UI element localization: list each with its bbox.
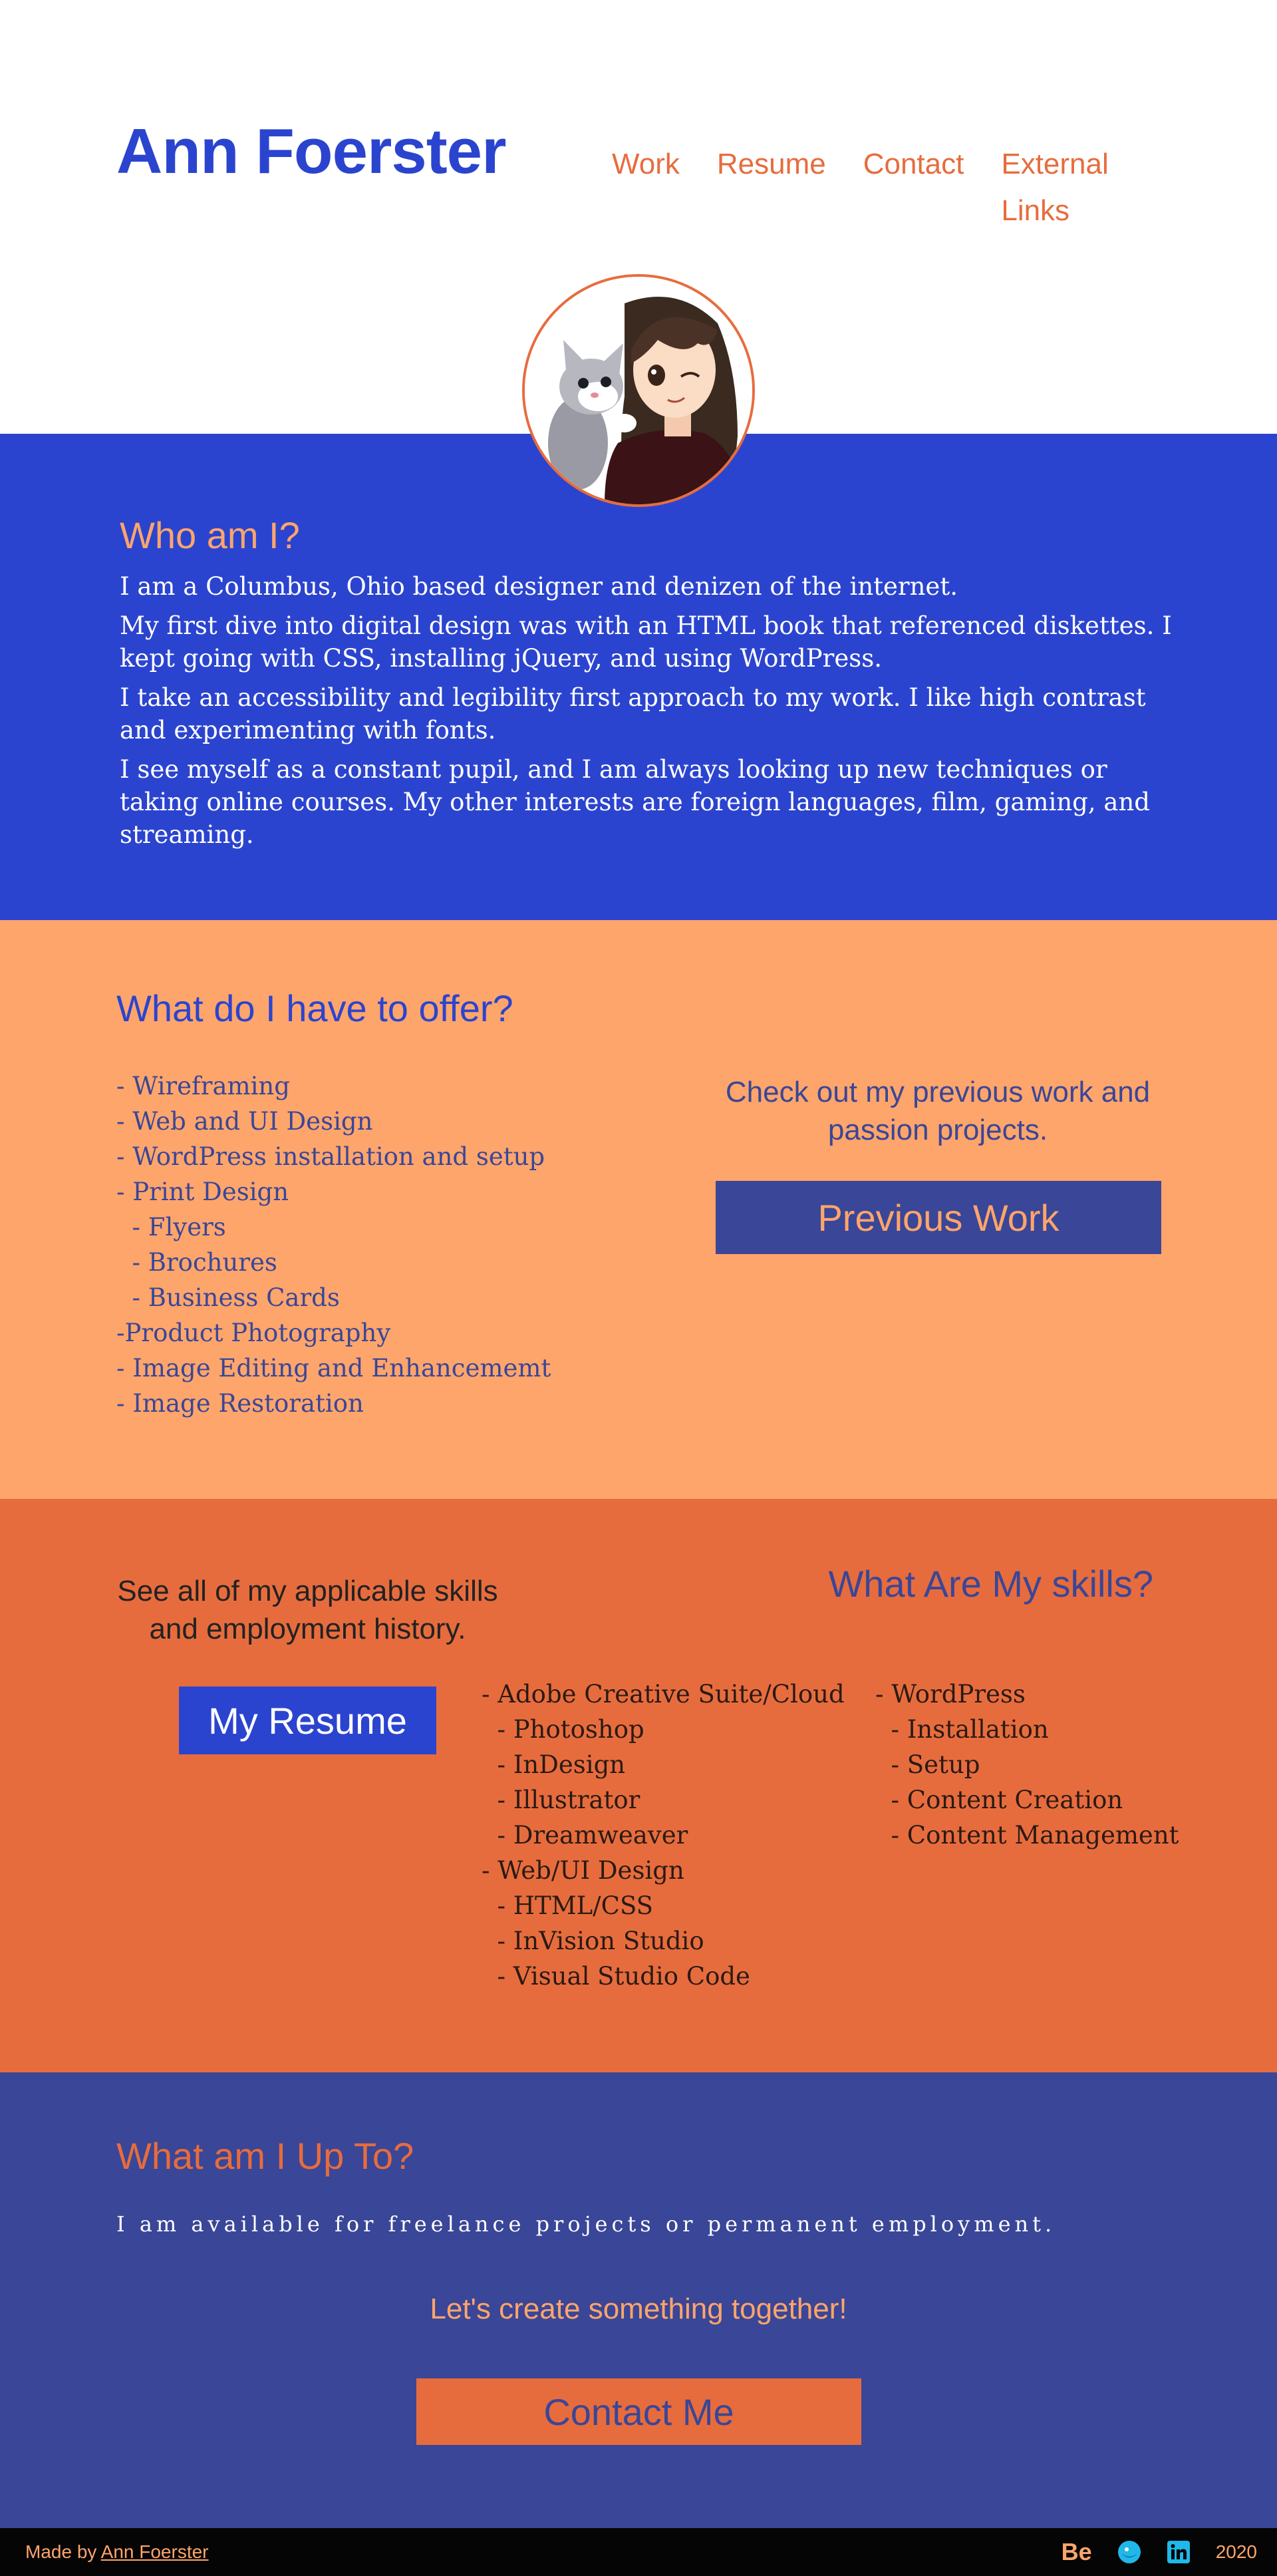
linkedin-icon[interactable] [1167, 2540, 1191, 2564]
list-item: - InDesign [482, 1750, 626, 1779]
main-nav: Work Resume Contact External Links [612, 141, 1161, 227]
offer-list: - Wireframing - Web and UI Design - Word… [116, 1068, 551, 1421]
previous-work-button[interactable]: Previous Work [716, 1181, 1161, 1254]
list-item: - Web/UI Design [482, 1856, 684, 1885]
list-item: - HTML/CSS [482, 1891, 654, 1920]
list-item: - Wireframing [116, 1072, 290, 1100]
footer-links: Be 2020 [1062, 2533, 1257, 2571]
my-resume-button[interactable]: My Resume [179, 1687, 436, 1754]
previous-work-cta-text: Check out my previous work and passion p… [725, 1076, 1151, 1146]
skills-heading: What Are My skills? [828, 1563, 1153, 1605]
list-item: - Content Management [875, 1821, 1179, 1850]
nav-work[interactable]: Work [612, 141, 680, 188]
list-item: - Content Creation [875, 1786, 1123, 1814]
footer-author-link[interactable]: Ann Foerster [101, 2541, 209, 2562]
skills-list-design: - Adobe Creative Suite/Cloud - Photoshop… [482, 1677, 845, 1994]
about-paragraph: I see myself as a constant pupil, and I … [120, 755, 1150, 849]
contact-cta-text: Let's create something together! [430, 2293, 847, 2325]
about-paragraph: I am a Columbus, Ohio based designer and… [120, 572, 958, 601]
list-item: - Photoshop [482, 1715, 644, 1744]
nav-external-links[interactable]: External Links [1001, 141, 1161, 227]
resume-cta-text: See all of my applicable skills and empl… [117, 1575, 498, 1645]
nav-resume[interactable]: Resume [717, 141, 826, 188]
contact-me-button[interactable]: Contact Me [416, 2378, 861, 2445]
list-item: -Product Photography [116, 1319, 391, 1347]
about-paragraph: My first dive into digital design was wi… [120, 611, 1172, 673]
behance-icon[interactable]: Be [1062, 2538, 1092, 2566]
list-item: - Installation [875, 1715, 1049, 1744]
availability-heading: What am I Up To? [116, 2135, 414, 2177]
list-item: - Dreamweaver [482, 1821, 688, 1850]
availability-section: What am I Up To? I am available for free… [0, 2072, 1277, 2528]
list-item: - Illustrator [482, 1786, 640, 1814]
avatar [522, 274, 755, 507]
list-item: - Flyers [116, 1213, 226, 1241]
footer-credit: Made by Ann Foerster [25, 2539, 209, 2565]
list-item: - Adobe Creative Suite/Cloud [482, 1680, 845, 1708]
about-text: I am a Columbus, Ohio based designer and… [120, 570, 1177, 858]
availability-text: I am available for freelance projects or… [116, 2211, 1056, 2237]
website-icon[interactable] [1117, 2540, 1141, 2564]
offer-heading: What do I have to offer? [116, 987, 513, 1029]
list-item: - Setup [875, 1750, 980, 1779]
about-heading: Who am I? [120, 514, 300, 556]
list-item: - Web and UI Design [116, 1107, 373, 1136]
list-item: - WordPress [875, 1680, 1026, 1708]
list-item: - Image Restoration [116, 1389, 364, 1418]
footer-made-by: Made by [25, 2541, 97, 2562]
list-item: - WordPress installation and setup [116, 1142, 545, 1171]
site-title[interactable]: Ann Foerster [116, 112, 506, 192]
list-item: - Brochures [116, 1248, 277, 1277]
avatar-illustration [525, 277, 752, 504]
list-item: - Print Design [116, 1178, 289, 1206]
about-paragraph: I take an accessibility and legibility f… [120, 683, 1146, 744]
footer-year: 2020 [1215, 2541, 1257, 2562]
list-item: - Business Cards [116, 1283, 340, 1312]
skills-list-wordpress: - WordPress - Installation - Setup - Con… [875, 1677, 1179, 1853]
list-item: - Image Editing and Enhancememt [116, 1354, 551, 1382]
nav-contact[interactable]: Contact [863, 141, 964, 188]
list-item: - Visual Studio Code [482, 1962, 750, 1991]
list-item: - InVision Studio [482, 1927, 704, 1955]
